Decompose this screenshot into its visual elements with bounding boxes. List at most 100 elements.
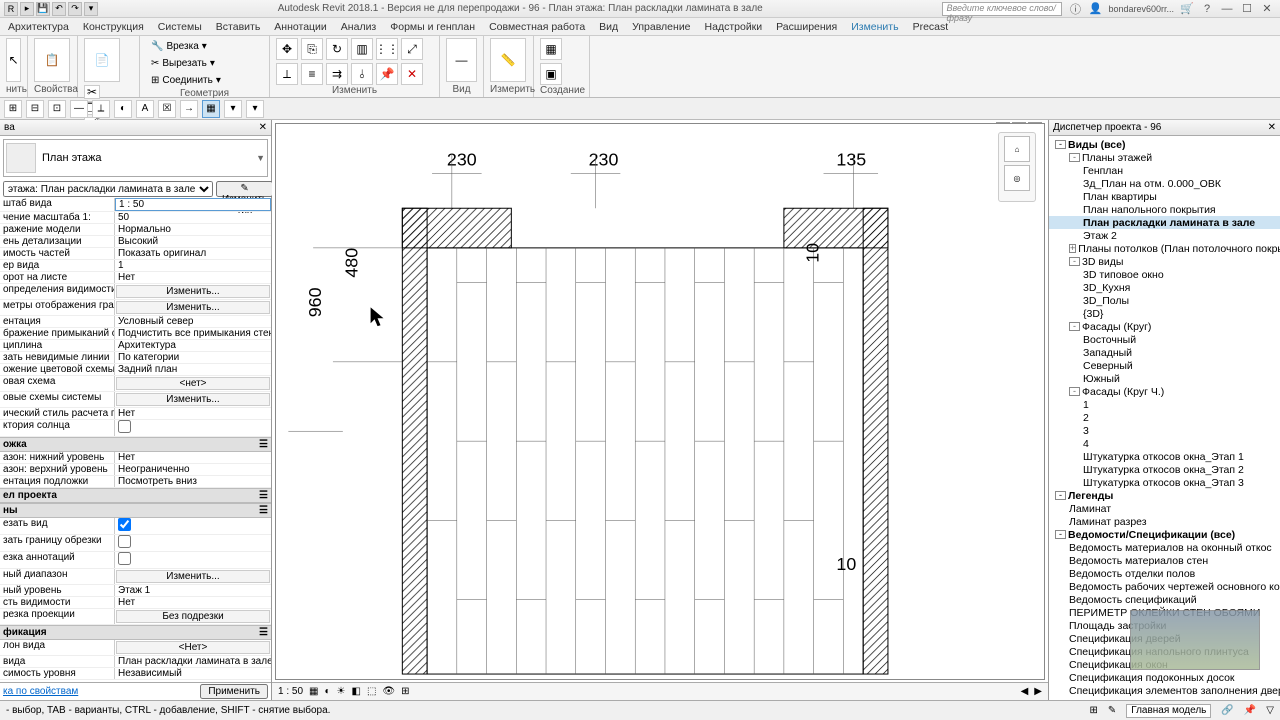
trim-icon[interactable]: ⟂ bbox=[276, 63, 298, 85]
tab-Управление[interactable]: Управление bbox=[632, 21, 690, 33]
tree-item[interactable]: Штукатурка откосов окна_Этап 1 bbox=[1049, 450, 1280, 463]
copy-move-icon[interactable]: ⎘ bbox=[301, 38, 323, 60]
opt-3[interactable]: ⊡ bbox=[48, 100, 66, 118]
tree-item[interactable]: Западный bbox=[1049, 346, 1280, 359]
edit-type-button[interactable]: ✎ Изменить тип bbox=[216, 181, 273, 197]
prop-group[interactable]: ел проекта☰ bbox=[0, 488, 271, 503]
qat-open[interactable]: ▸ bbox=[20, 2, 34, 16]
tree-item[interactable]: Спецификация подоконных досок bbox=[1049, 671, 1280, 684]
shadows-icon[interactable]: ◧ bbox=[352, 686, 361, 697]
property-row[interactable]: ентация подложкиПосмотреть вниз bbox=[0, 476, 271, 488]
property-row[interactable]: овые схемы системыИзменить... bbox=[0, 392, 271, 408]
opt-8[interactable]: ☒ bbox=[158, 100, 176, 118]
tree-item[interactable]: 3 bbox=[1049, 424, 1280, 437]
opt-12[interactable]: ▾ bbox=[246, 100, 264, 118]
property-row[interactable]: метры отображения графи...Изменить... bbox=[0, 300, 271, 316]
property-row[interactable]: ный уровеньЭтаж 1 bbox=[0, 585, 271, 597]
property-row[interactable]: ентацияУсловный север bbox=[0, 316, 271, 328]
opt-9[interactable]: → bbox=[180, 100, 198, 118]
tree-item[interactable]: {3D} bbox=[1049, 307, 1280, 320]
property-row[interactable]: ный диапазонИзменить... bbox=[0, 569, 271, 585]
modify-button[interactable]: ↖ bbox=[6, 38, 21, 82]
tree-item[interactable]: Генплан bbox=[1049, 164, 1280, 177]
tree-item[interactable]: Этаж 2 bbox=[1049, 229, 1280, 242]
visual-style-icon[interactable]: ◐ bbox=[324, 686, 330, 697]
property-row[interactable]: бражение примыканий стенПодчистить все п… bbox=[0, 328, 271, 340]
tree-item[interactable]: -3D виды bbox=[1049, 255, 1280, 268]
model-combo[interactable]: Главная модель bbox=[1126, 704, 1211, 718]
cut-geom-button[interactable]: ✂ Вырезать ▾ bbox=[146, 55, 263, 71]
offset-icon[interactable]: ⇉ bbox=[326, 63, 348, 85]
qat-more[interactable]: ▾ bbox=[84, 2, 98, 16]
property-row[interactable]: видаПлан раскладки ламината в зале bbox=[0, 656, 271, 668]
tree-item[interactable]: Ламинат разрез bbox=[1049, 515, 1280, 528]
signin-icon[interactable]: 👤 bbox=[1088, 2, 1102, 16]
tab-Аннотации[interactable]: Аннотации bbox=[274, 21, 327, 33]
property-row[interactable]: азон: нижний уровеньНет bbox=[0, 452, 271, 464]
tab-Расширения[interactable]: Расширения bbox=[776, 21, 837, 33]
delete-icon[interactable]: ✕ bbox=[401, 63, 423, 85]
tree-item[interactable]: Спецификация элементов заполнения дверны… bbox=[1049, 684, 1280, 697]
tab-Вид[interactable]: Вид bbox=[599, 21, 618, 33]
qat-redo[interactable]: ↷ bbox=[68, 2, 82, 16]
qat-undo[interactable]: ↶ bbox=[52, 2, 66, 16]
tree-item[interactable]: -Ведомости/Спецификации (все) bbox=[1049, 528, 1280, 541]
help-icon[interactable]: ? bbox=[1200, 2, 1214, 16]
reveal-icon[interactable]: ⊞ bbox=[401, 686, 409, 697]
tree-item[interactable]: Ведомость отделки полов bbox=[1049, 567, 1280, 580]
workset-icon[interactable]: ⊞ bbox=[1089, 705, 1097, 716]
sunpath-icon[interactable]: ☀ bbox=[337, 686, 346, 697]
opt-6[interactable]: ◐ bbox=[114, 100, 132, 118]
rotate-icon[interactable]: ↻ bbox=[326, 38, 348, 60]
filter-icon[interactable]: ▽ bbox=[1266, 705, 1274, 716]
maximize-icon[interactable]: ☐ bbox=[1240, 2, 1254, 16]
tree-item[interactable]: 3D типовое окно bbox=[1049, 268, 1280, 281]
exchange-icon[interactable]: 🛒 bbox=[1180, 2, 1194, 16]
tree-item[interactable]: Северный bbox=[1049, 359, 1280, 372]
tree-item[interactable]: -Планы этажей bbox=[1049, 151, 1280, 164]
property-row[interactable]: азон: верхний уровеньНеограниченно bbox=[0, 464, 271, 476]
drawing-area[interactable]: — ☐ ✕ 230 230 135 bbox=[272, 120, 1048, 700]
property-row[interactable]: симость уровняНезависимый bbox=[0, 668, 271, 680]
tree-item[interactable]: Зд_План на отм. 0.000_ОВК bbox=[1049, 177, 1280, 190]
tree-item[interactable]: -Легенды bbox=[1049, 489, 1280, 502]
split-icon[interactable]: ⫰ bbox=[351, 63, 373, 85]
opt-1[interactable]: ⊞ bbox=[4, 100, 22, 118]
array-icon[interactable]: ⋮⋮ bbox=[376, 38, 398, 60]
prop-group[interactable]: ожка☰ bbox=[0, 437, 271, 452]
tab-Системы[interactable]: Системы bbox=[158, 21, 202, 33]
opt-11[interactable]: ▾ bbox=[224, 100, 242, 118]
tree-item[interactable]: -Фасады (Круг Ч.) bbox=[1049, 385, 1280, 398]
scale-icon[interactable]: ⤢ bbox=[401, 38, 423, 60]
property-row[interactable]: ер вида1 bbox=[0, 260, 271, 272]
property-row[interactable]: ктория солнца bbox=[0, 420, 271, 437]
tab-Конструкция[interactable]: Конструкция bbox=[83, 21, 144, 33]
tree-item[interactable]: 3D_Полы bbox=[1049, 294, 1280, 307]
opt-2[interactable]: ⊟ bbox=[26, 100, 44, 118]
help-search[interactable]: Введите ключевое слово/фразу bbox=[942, 2, 1062, 16]
close-icon[interactable]: ✕ bbox=[1260, 2, 1274, 16]
crop-icon[interactable]: ⬚ bbox=[367, 686, 376, 697]
tree-item[interactable]: План квартиры bbox=[1049, 190, 1280, 203]
opt-10[interactable]: ▦ bbox=[202, 100, 220, 118]
property-row[interactable]: лон вида<Нет> bbox=[0, 640, 271, 656]
tree-item[interactable]: План раскладки ламината в зале bbox=[1049, 216, 1280, 229]
infocenter-icon[interactable]: ⓘ bbox=[1068, 2, 1082, 16]
join-button[interactable]: ⊞ Соединить ▾ bbox=[146, 72, 263, 88]
property-row[interactable]: ражение моделиНормально bbox=[0, 224, 271, 236]
tree-item[interactable]: -Виды (все) bbox=[1049, 138, 1280, 151]
opt-4[interactable]: — bbox=[70, 100, 88, 118]
tab-Вставить[interactable]: Вставить bbox=[216, 21, 261, 33]
home-icon[interactable]: ⌂ bbox=[1004, 136, 1030, 162]
type-selector[interactable]: План этажа ▼ bbox=[3, 139, 268, 177]
select-pinned-icon[interactable]: 📌 bbox=[1244, 705, 1256, 716]
tree-item[interactable]: +Планы потолков (План потолочного покрыт… bbox=[1049, 242, 1280, 255]
property-row[interactable]: определения видимости/гр...Изменить... bbox=[0, 284, 271, 300]
property-row[interactable]: зать невидимые линииПо категории bbox=[0, 352, 271, 364]
apply-button[interactable]: Применить bbox=[200, 684, 268, 699]
property-row[interactable]: чение масштаба 1:50 bbox=[0, 212, 271, 224]
property-row[interactable]: езка аннотаций bbox=[0, 552, 271, 569]
cut-icon[interactable]: ✂ bbox=[84, 85, 100, 99]
opt-7[interactable]: A bbox=[136, 100, 154, 118]
instance-combo[interactable]: этажа: План раскладки ламината в зале bbox=[3, 181, 213, 197]
